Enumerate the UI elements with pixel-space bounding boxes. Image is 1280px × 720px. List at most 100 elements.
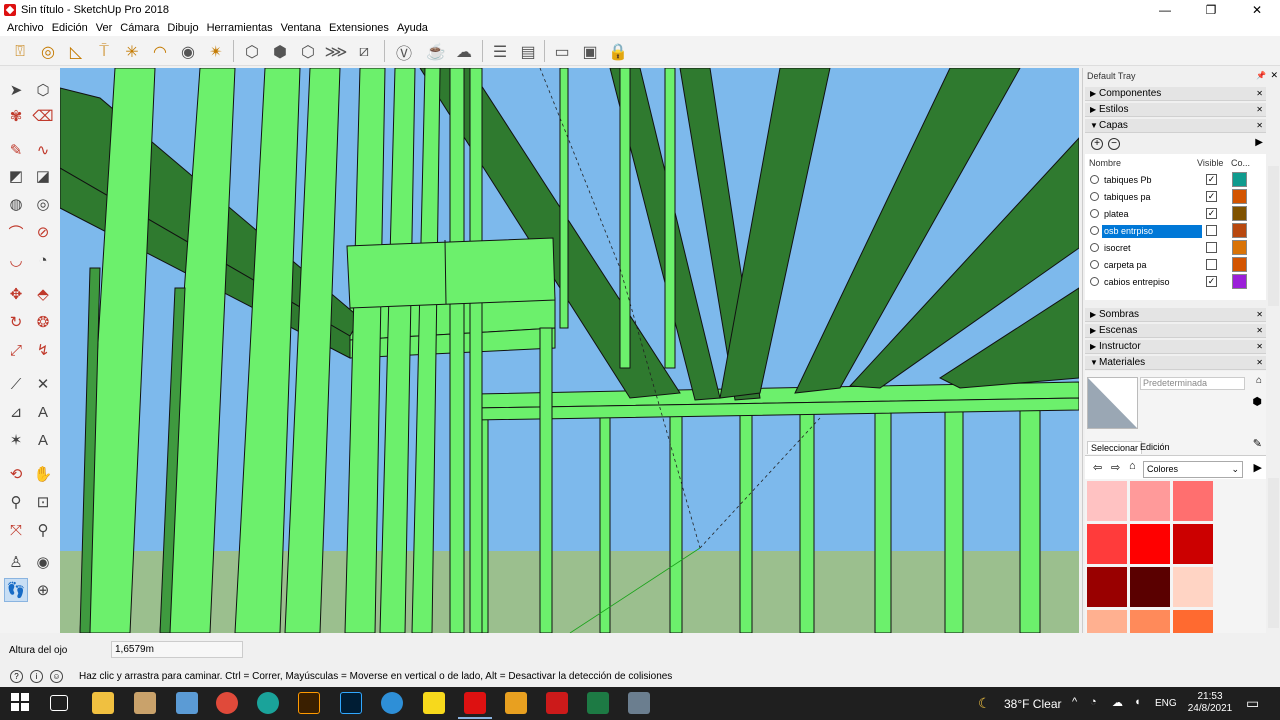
walk-icon[interactable]: 👣: [4, 578, 28, 602]
menu-ventana[interactable]: Ventana: [277, 22, 325, 34]
layer-row[interactable]: platea ✓: [1085, 205, 1266, 222]
details-icon[interactable]: ▶: [1254, 461, 1262, 474]
layer-color-swatch[interactable]: [1232, 240, 1247, 255]
material-name-field[interactable]: Predeterminada: [1140, 377, 1245, 390]
upwork-icon[interactable]: [257, 692, 279, 714]
menu-edicion[interactable]: Edición: [48, 22, 92, 34]
axes-tool-icon[interactable]: ✶: [4, 428, 28, 452]
layer-visible-checkbox[interactable]: [1206, 242, 1217, 253]
notification-icon[interactable]: ▭: [1246, 695, 1259, 712]
layer-name[interactable]: cabios entrepiso: [1102, 276, 1202, 289]
panel-close-icon[interactable]: ✕: [1256, 340, 1263, 354]
layer-name[interactable]: osb entrpiso: [1102, 225, 1202, 238]
file-explorer-icon[interactable]: [92, 692, 114, 714]
panel-materiales[interactable]: ▼Materiales ✕: [1085, 356, 1266, 370]
style-xray-icon[interactable]: Ⓥ: [392, 40, 416, 64]
color-swatch[interactable]: [1173, 567, 1213, 607]
pin-icon[interactable]: 📌: [1256, 71, 1266, 80]
sandbox-icon[interactable]: ✴: [204, 40, 228, 64]
teapot-icon[interactable]: ☕: [424, 40, 448, 64]
panel-componentes[interactable]: ▶ Componentes ✕: [1085, 87, 1266, 101]
component-icon[interactable]: ⬡: [31, 78, 55, 102]
layer-visible-checkbox[interactable]: ✓: [1206, 208, 1217, 219]
arc3-icon[interactable]: ◡: [4, 248, 28, 272]
layer-tool-icon[interactable]: ☰: [488, 40, 512, 64]
freehand-icon[interactable]: ∿: [31, 138, 55, 162]
sketchup-taskbar-icon[interactable]: [458, 692, 492, 719]
layer-color-swatch[interactable]: [1232, 274, 1247, 289]
select-arrow-icon[interactable]: ➤: [4, 78, 28, 102]
menu-herramientas[interactable]: Herramientas: [203, 22, 277, 34]
orbit-tool-icon[interactable]: ⟲: [4, 462, 28, 486]
pie-icon[interactable]: ◔: [31, 248, 55, 272]
layer-color-swatch[interactable]: [1232, 189, 1247, 204]
color-swatch[interactable]: [1173, 524, 1213, 564]
clock[interactable]: 21:53 24/8/2021: [1180, 691, 1240, 715]
3dtext-icon[interactable]: A: [31, 428, 55, 452]
look-around-icon[interactable]: ◉: [31, 550, 55, 574]
rectangle-icon[interactable]: ◩: [4, 164, 28, 188]
sun-icon[interactable]: ◠: [148, 40, 172, 64]
add-layer-icon[interactable]: +: [1091, 138, 1103, 150]
layer-name[interactable]: platea: [1102, 208, 1202, 221]
dimension-icon[interactable]: ✕: [31, 372, 55, 396]
cube-back-icon[interactable]: ⧄: [352, 40, 376, 64]
previous-view-icon[interactable]: ⚲: [31, 518, 55, 542]
cube-top-icon[interactable]: ⬢: [268, 40, 292, 64]
panel-close-icon[interactable]: ✕: [1256, 103, 1263, 117]
orbit-icon[interactable]: ◎: [36, 40, 60, 64]
onedrive-icon[interactable]: ☁: [1112, 696, 1123, 709]
text-icon[interactable]: A: [31, 400, 55, 424]
wifi-icon[interactable]: ◔: [1090, 696, 1097, 708]
scale-icon[interactable]: ⤢: [4, 338, 28, 362]
excel-icon[interactable]: [587, 692, 609, 714]
tray-close-icon[interactable]: ✕: [1270, 70, 1278, 81]
library-select[interactable]: Colores ⌄: [1143, 461, 1243, 478]
cube-iso-icon[interactable]: ⬡: [240, 40, 264, 64]
color-swatch[interactable]: [1130, 610, 1170, 633]
layer-visible-checkbox[interactable]: [1206, 225, 1217, 236]
user-icon[interactable]: ☺: [50, 670, 63, 683]
panel-close-icon[interactable]: ✕: [1256, 87, 1263, 101]
cube-front-icon[interactable]: ⬡: [296, 40, 320, 64]
layer-row[interactable]: tabiques pa ✓: [1085, 188, 1266, 205]
extension-icon[interactable]: ▣: [578, 40, 602, 64]
col-name[interactable]: Nombre: [1089, 158, 1121, 168]
protractor-icon[interactable]: ◺: [64, 40, 88, 64]
layer-name[interactable]: carpeta pa: [1102, 259, 1202, 272]
lock-material-icon[interactable]: ⌂: [1256, 375, 1262, 386]
info-icon[interactable]: i: [30, 670, 43, 683]
app2-icon[interactable]: [505, 692, 527, 714]
autocad-icon[interactable]: [546, 692, 568, 714]
panel-close-icon[interactable]: ✕: [1256, 308, 1263, 322]
layer-active-radio[interactable]: [1090, 209, 1099, 218]
circle-icon[interactable]: ◍: [4, 192, 28, 216]
pushpull-icon[interactable]: ⬘: [31, 282, 55, 306]
paint-bucket-icon[interactable]: ✾: [4, 104, 28, 128]
panel-capas[interactable]: ▼Capas ✕: [1085, 119, 1266, 133]
home-icon[interactable]: ⌂: [1129, 460, 1136, 472]
model-viewport[interactable]: [60, 68, 1079, 633]
zoom-icon[interactable]: ⚲: [4, 490, 28, 514]
layer-color-swatch[interactable]: [1232, 172, 1247, 187]
layer-row[interactable]: cabios entrepiso ✓: [1085, 273, 1266, 290]
among-us-icon[interactable]: [423, 692, 445, 714]
tab-edicion[interactable]: Edición: [1137, 441, 1173, 453]
layers-scrollbar[interactable]: [1268, 166, 1279, 306]
section-icon[interactable]: ▤: [516, 40, 540, 64]
color-swatch[interactable]: [1173, 610, 1213, 633]
layer-active-radio[interactable]: [1090, 260, 1099, 269]
rotated-rect-icon[interactable]: ◪: [31, 164, 55, 188]
remove-layer-icon[interactable]: −: [1108, 138, 1120, 150]
panel-sombras[interactable]: ▶ Sombras ✕: [1085, 308, 1266, 322]
layer-active-radio[interactable]: [1090, 175, 1099, 184]
layer-visible-checkbox[interactable]: ✓: [1206, 276, 1217, 287]
layer-details-icon[interactable]: ▶: [1255, 137, 1263, 148]
panel-close-icon[interactable]: ✕: [1256, 119, 1263, 133]
section-plane-icon[interactable]: ⊕: [31, 578, 55, 602]
tape-measure-icon[interactable]: ⟋: [4, 372, 28, 396]
zoom-extents-icon[interactable]: ⤧: [4, 518, 28, 542]
back-icon[interactable]: ⇦: [1093, 461, 1102, 474]
zoom-window-icon[interactable]: ⊡: [31, 490, 55, 514]
edge-icon[interactable]: [381, 692, 403, 714]
